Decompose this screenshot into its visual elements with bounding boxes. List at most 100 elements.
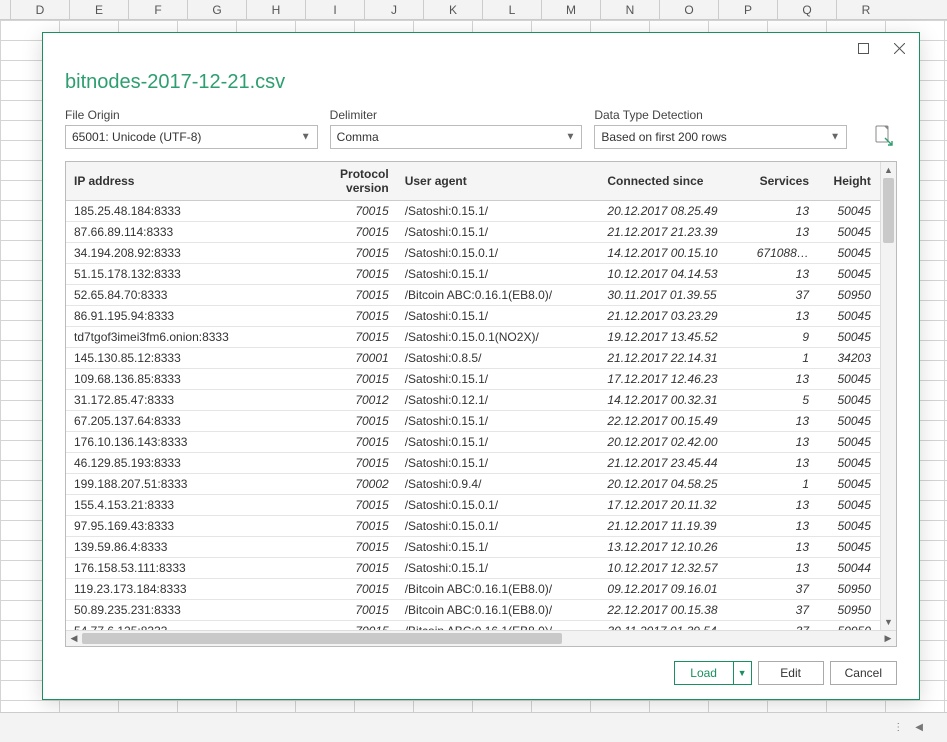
cell-ua: /Bitcoin ABC:0.16.1(EB8.0)/ — [397, 621, 600, 631]
scroll-down-icon[interactable]: ▼ — [881, 614, 896, 630]
cell-services: 13 — [749, 516, 817, 537]
col-header[interactable]: H — [246, 0, 305, 19]
cell-height: 50950 — [817, 285, 879, 306]
cell-ua: /Bitcoin ABC:0.16.1(EB8.0)/ — [397, 285, 600, 306]
cell-height: 50045 — [817, 432, 879, 453]
table-row[interactable]: 87.66.89.114:8333 70015 /Satoshi:0.15.1/… — [66, 222, 896, 243]
cell-services: 37 — [749, 621, 817, 631]
table-row[interactable]: 51.15.178.132:8333 70015 /Satoshi:0.15.1… — [66, 264, 896, 285]
cell-since: 20.12.2017 04.58.25 — [599, 474, 748, 495]
file-origin-combo[interactable]: 65001: Unicode (UTF-8) ▼ — [65, 125, 318, 149]
col-services[interactable]: Services — [749, 162, 817, 201]
cell-since: 17.12.2017 20.11.32 — [599, 495, 748, 516]
cell-proto: 70015 — [306, 285, 397, 306]
chevron-down-icon: ▼ — [301, 132, 311, 143]
table-row[interactable]: 50.89.235.231:8333 70015 /Bitcoin ABC:0.… — [66, 600, 896, 621]
col-header[interactable]: N — [600, 0, 659, 19]
col-header[interactable]: Q — [777, 0, 836, 19]
scroll-up-icon[interactable]: ▲ — [881, 162, 896, 178]
cell-ip: 52.65.84.70:8333 — [66, 285, 306, 306]
cell-ip: 199.188.207.51:8333 — [66, 474, 306, 495]
cell-height: 50045 — [817, 537, 879, 558]
table-row[interactable]: 155.4.153.21:8333 70015 /Satoshi:0.15.0.… — [66, 495, 896, 516]
col-header[interactable]: K — [423, 0, 482, 19]
table-row[interactable]: 109.68.136.85:8333 70015 /Satoshi:0.15.1… — [66, 369, 896, 390]
sheet-handle-icon: ⋮ — [889, 720, 907, 735]
cell-since: 14.12.2017 00.15.10 — [599, 243, 748, 264]
scroll-left-icon[interactable]: ◀ — [66, 631, 82, 646]
cell-since: 17.12.2017 12.46.23 — [599, 369, 748, 390]
col-proto[interactable]: Protocol version — [306, 162, 397, 201]
scroll-thumb[interactable] — [82, 633, 562, 644]
close-button[interactable] — [885, 37, 913, 59]
cell-services: 13 — [749, 306, 817, 327]
data-type-detection-combo[interactable]: Based on first 200 rows ▼ — [594, 125, 847, 149]
table-row[interactable]: 86.91.195.94:8333 70015 /Satoshi:0.15.1/… — [66, 306, 896, 327]
col-since[interactable]: Connected since — [599, 162, 748, 201]
col-ua[interactable]: User agent — [397, 162, 600, 201]
table-row[interactable]: 46.129.85.193:8333 70015 /Satoshi:0.15.1… — [66, 453, 896, 474]
vertical-scrollbar[interactable]: ▲ ▼ — [880, 162, 896, 630]
scroll-thumb[interactable] — [883, 178, 894, 243]
cell-services: 5 — [749, 390, 817, 411]
sheet-prev-icon[interactable]: ◀ — [911, 720, 927, 735]
col-ip[interactable]: IP address — [66, 162, 306, 201]
table-row[interactable]: 54.77.6.125:8333 70015 /Bitcoin ABC:0.16… — [66, 621, 896, 631]
cell-height: 50045 — [817, 327, 879, 348]
table-row[interactable]: 185.25.48.184:8333 70015 /Satoshi:0.15.1… — [66, 201, 896, 222]
table-row[interactable]: 176.10.136.143:8333 70015 /Satoshi:0.15.… — [66, 432, 896, 453]
cell-height: 50045 — [817, 306, 879, 327]
cell-ua: /Satoshi:0.15.0.1(NO2X)/ — [397, 327, 600, 348]
load-dropdown-button[interactable]: ▼ — [734, 661, 752, 685]
edit-button[interactable]: Edit — [758, 661, 824, 685]
settings-icon[interactable] — [859, 125, 897, 149]
table-row[interactable]: 139.59.86.4:8333 70015 /Satoshi:0.15.1/ … — [66, 537, 896, 558]
cell-services: 13 — [749, 432, 817, 453]
col-header[interactable]: M — [541, 0, 600, 19]
table-row[interactable]: 34.194.208.92:8333 70015 /Satoshi:0.15.0… — [66, 243, 896, 264]
csv-import-dialog: bitnodes-2017-12-21.csv File Origin 6500… — [42, 32, 920, 700]
cell-ua: /Bitcoin ABC:0.16.1(EB8.0)/ — [397, 600, 600, 621]
col-header[interactable]: R — [836, 0, 895, 19]
cell-ua: /Satoshi:0.15.1/ — [397, 537, 600, 558]
table-row[interactable]: 67.205.137.64:8333 70015 /Satoshi:0.15.1… — [66, 411, 896, 432]
cell-ua: /Satoshi:0.15.1/ — [397, 453, 600, 474]
cell-ip: 145.130.85.12:8333 — [66, 348, 306, 369]
col-header[interactable]: L — [482, 0, 541, 19]
table-row[interactable]: 145.130.85.12:8333 70001 /Satoshi:0.8.5/… — [66, 348, 896, 369]
cell-since: 21.12.2017 21.23.39 — [599, 222, 748, 243]
cell-ua: /Satoshi:0.15.1/ — [397, 222, 600, 243]
cell-proto: 70015 — [306, 201, 397, 222]
table-row[interactable]: 97.95.169.43:8333 70015 /Satoshi:0.15.0.… — [66, 516, 896, 537]
table-row[interactable]: td7tgof3imei3fm6.onion:8333 70015 /Satos… — [66, 327, 896, 348]
col-height[interactable]: Height — [817, 162, 879, 201]
table-row[interactable]: 199.188.207.51:8333 70002 /Satoshi:0.9.4… — [66, 474, 896, 495]
cell-since: 09.12.2017 09.16.01 — [599, 579, 748, 600]
cell-ua: /Satoshi:0.15.0.1/ — [397, 243, 600, 264]
cell-proto: 70015 — [306, 243, 397, 264]
cancel-button[interactable]: Cancel — [830, 661, 897, 685]
maximize-button[interactable] — [849, 37, 877, 59]
cell-since: 13.12.2017 12.10.26 — [599, 537, 748, 558]
col-header[interactable]: E — [69, 0, 128, 19]
table-row[interactable]: 176.158.53.111:8333 70015 /Satoshi:0.15.… — [66, 558, 896, 579]
table-row[interactable]: 31.172.85.47:8333 70012 /Satoshi:0.12.1/… — [66, 390, 896, 411]
load-button[interactable]: Load — [674, 661, 734, 685]
col-header[interactable]: F — [128, 0, 187, 19]
horizontal-scrollbar[interactable]: ◀ ▶ — [66, 630, 896, 646]
col-header[interactable]: J — [364, 0, 423, 19]
delimiter-combo[interactable]: Comma ▼ — [330, 125, 583, 149]
scroll-right-icon[interactable]: ▶ — [880, 631, 896, 646]
col-header[interactable]: O — [659, 0, 718, 19]
cell-services: 13 — [749, 495, 817, 516]
table-row[interactable]: 52.65.84.70:8333 70015 /Bitcoin ABC:0.16… — [66, 285, 896, 306]
col-header[interactable]: G — [187, 0, 246, 19]
cell-proto: 70015 — [306, 327, 397, 348]
cell-ip: 51.15.178.132:8333 — [66, 264, 306, 285]
col-header[interactable]: D — [10, 0, 69, 19]
col-header[interactable]: I — [305, 0, 364, 19]
table-row[interactable]: 119.23.173.184:8333 70015 /Bitcoin ABC:0… — [66, 579, 896, 600]
sheet-nav[interactable]: ⋮ ◀ — [889, 720, 927, 735]
cell-proto: 70015 — [306, 537, 397, 558]
col-header[interactable]: P — [718, 0, 777, 19]
